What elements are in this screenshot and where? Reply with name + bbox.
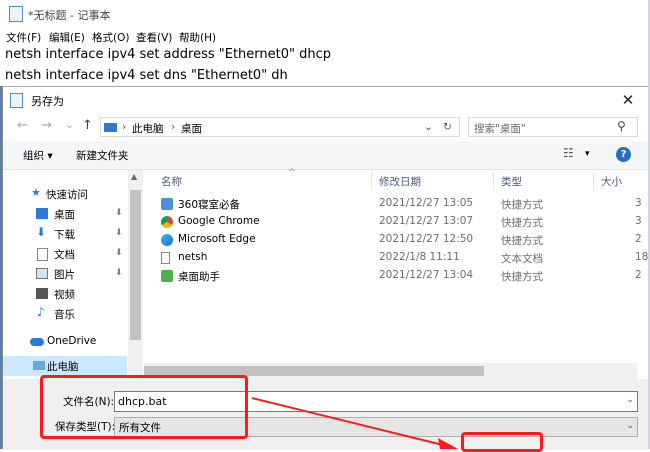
annotation-arrow [251,397,458,449]
